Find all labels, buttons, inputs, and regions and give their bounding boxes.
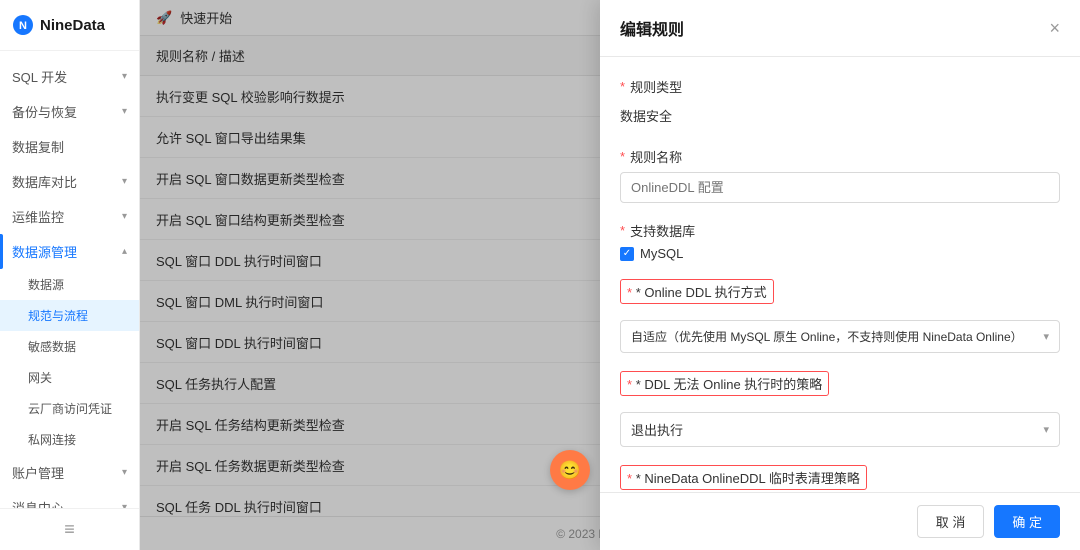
rule-type-label: * 规则类型 bbox=[620, 77, 1060, 96]
sidebar-item-sql-dev[interactable]: SQL 开发 ▾ bbox=[0, 59, 139, 94]
sidebar-subitem-private-link[interactable]: 私网连接 bbox=[0, 424, 139, 455]
online-ddl-section: * * Online DDL 执行方式 自适应（优先使用 MySQL 原生 On… bbox=[620, 279, 1060, 353]
sidebar-subitem-label: 网关 bbox=[28, 371, 52, 385]
online-ddl-label: * * Online DDL 执行方式 bbox=[620, 279, 774, 304]
ninedata-logo-icon: N bbox=[12, 14, 34, 36]
sidebar-bottom: ≡ bbox=[0, 508, 139, 550]
close-icon[interactable]: × bbox=[1049, 19, 1060, 37]
rule-name-label: * 规则名称 bbox=[620, 147, 1060, 166]
rule-type-value: 数据安全 bbox=[620, 102, 1060, 129]
sidebar-item-label: 备份与恢复 bbox=[12, 102, 77, 121]
avatar[interactable]: 😊 bbox=[550, 450, 590, 490]
mysql-label: MySQL bbox=[640, 246, 683, 261]
menu-icon: ≡ bbox=[64, 519, 75, 540]
avatar-bubble: 😊 bbox=[550, 450, 590, 490]
sidebar-subitem-label: 敏感数据 bbox=[28, 340, 76, 354]
online-ddl-value: 自适应（优先使用 MySQL 原生 Online，不支持则使用 NineData… bbox=[631, 328, 1023, 345]
label-text: 支持数据库 bbox=[630, 221, 695, 240]
label-text: * Online DDL 执行方式 bbox=[636, 285, 767, 300]
sidebar-subitem-label: 云厂商访问凭证 bbox=[28, 402, 112, 416]
sidebar-item-data-replication[interactable]: 数据复制 bbox=[0, 129, 139, 164]
rule-name-input[interactable] bbox=[620, 172, 1060, 203]
sidebar-item-db-compare[interactable]: 数据库对比 ▾ bbox=[0, 164, 139, 199]
chevron-up-icon: ▴ bbox=[122, 246, 127, 257]
sidebar-item-label: 运维监控 bbox=[12, 207, 64, 226]
sidebar-subitem-cloud-access[interactable]: 云厂商访问凭证 bbox=[0, 393, 139, 424]
modal-body: * 规则类型 数据安全 * 规则名称 * bbox=[600, 57, 1080, 492]
label-text: 规则名称 bbox=[630, 147, 682, 166]
sidebar-item-label: 数据复制 bbox=[12, 137, 64, 156]
label-text: 规则类型 bbox=[630, 77, 682, 96]
sidebar-subitem-datasource[interactable]: 数据源 bbox=[0, 269, 139, 300]
rule-name-section: * 规则名称 bbox=[620, 147, 1060, 203]
mysql-checkbox-row: MySQL bbox=[620, 246, 1060, 261]
supported-db-label: * 支持数据库 bbox=[620, 221, 1060, 240]
cancel-button[interactable]: 取 消 bbox=[917, 505, 985, 538]
sidebar-subitem-gateway[interactable]: 网关 bbox=[0, 362, 139, 393]
label-text: * NineData OnlineDDL 临时表清理策略 bbox=[636, 471, 860, 486]
chevron-down-icon: ▾ bbox=[122, 176, 127, 187]
modal-overlay: 编辑规则 × * 规则类型 数据安全 * 规则名称 bbox=[140, 0, 1080, 550]
sidebar-item-label: SQL 开发 bbox=[12, 67, 67, 86]
chevron-down-icon: ▾ bbox=[122, 211, 127, 222]
sidebar-item-notification-center[interactable]: 消息中心 ▾ bbox=[0, 490, 139, 508]
sidebar-item-ops-monitor[interactable]: 运维监控 ▾ bbox=[0, 199, 139, 234]
sidebar-subitem-label: 私网连接 bbox=[28, 433, 76, 447]
confirm-button[interactable]: 确 定 bbox=[994, 505, 1060, 538]
modal-footer: 取 消 确 定 bbox=[600, 492, 1080, 550]
chevron-down-icon: ▾ bbox=[122, 467, 127, 478]
sidebar: N NineData SQL 开发 ▾ 备份与恢复 ▾ 数据复制 数据库对比 ▾… bbox=[0, 0, 140, 550]
supported-db-section: * 支持数据库 MySQL bbox=[620, 221, 1060, 261]
modal-title: 编辑规则 bbox=[620, 16, 684, 40]
temp-table-label: * * NineData OnlineDDL 临时表清理策略 bbox=[620, 465, 867, 490]
avatar-icon: 😊 bbox=[559, 460, 581, 481]
mysql-checkbox[interactable] bbox=[620, 247, 634, 261]
chevron-down-icon: ▾ bbox=[122, 106, 127, 117]
sidebar-subitem-label: 规范与流程 bbox=[28, 309, 88, 323]
logo-text: NineData bbox=[40, 17, 105, 34]
sidebar-nav: SQL 开发 ▾ 备份与恢复 ▾ 数据复制 数据库对比 ▾ 运维监控 ▾ 数据源… bbox=[0, 51, 139, 508]
label-text: * DDL 无法 Online 执行时的策略 bbox=[636, 377, 823, 392]
sidebar-subitem-sensitive-data[interactable]: 敏感数据 bbox=[0, 331, 139, 362]
online-ddl-select[interactable]: 自适应（优先使用 MySQL 原生 Online，不支持则使用 NineData… bbox=[620, 320, 1060, 353]
chevron-down-icon: ▾ bbox=[1043, 330, 1049, 343]
rule-type-section: * 规则类型 数据安全 bbox=[620, 77, 1060, 129]
chevron-down-icon: ▾ bbox=[122, 71, 127, 82]
chevron-down-icon: ▾ bbox=[122, 502, 127, 508]
chevron-down-icon: ▾ bbox=[1043, 423, 1049, 436]
edit-rule-modal: 编辑规则 × * 规则类型 数据安全 * 规则名称 bbox=[600, 0, 1080, 550]
sidebar-item-label: 数据库对比 bbox=[12, 172, 77, 191]
sidebar-item-account-mgmt[interactable]: 账户管理 ▾ bbox=[0, 455, 139, 490]
sidebar-item-label: 账户管理 bbox=[12, 463, 64, 482]
temp-table-section: * * NineData OnlineDDL 临时表清理策略 直接清理 ▾ bbox=[620, 465, 1060, 492]
ddl-strategy-select[interactable]: 退出执行 ▾ bbox=[620, 412, 1060, 447]
sidebar-item-label: 数据源管理 bbox=[12, 242, 77, 261]
sidebar-item-backup-restore[interactable]: 备份与恢复 ▾ bbox=[0, 94, 139, 129]
ddl-strategy-section: * * DDL 无法 Online 执行时的策略 退出执行 ▾ bbox=[620, 371, 1060, 447]
logo-area: N NineData bbox=[0, 0, 139, 51]
modal-header: 编辑规则 × bbox=[600, 0, 1080, 57]
sidebar-item-label: 消息中心 bbox=[12, 498, 64, 508]
ddl-strategy-label: * * DDL 无法 Online 执行时的策略 bbox=[620, 371, 829, 396]
sidebar-subitem-label: 数据源 bbox=[28, 278, 64, 292]
sidebar-item-datasource-mgmt[interactable]: 数据源管理 ▴ bbox=[0, 234, 139, 269]
main-content: 🚀 快速开始 规则名称 / 描述 规则类型 操作 执行变更 SQL 校验影响行数… bbox=[140, 0, 1080, 550]
ddl-strategy-value: 退出执行 bbox=[631, 420, 683, 439]
sidebar-subitem-rules-flows[interactable]: 规范与流程 bbox=[0, 300, 139, 331]
svg-text:N: N bbox=[19, 20, 27, 32]
